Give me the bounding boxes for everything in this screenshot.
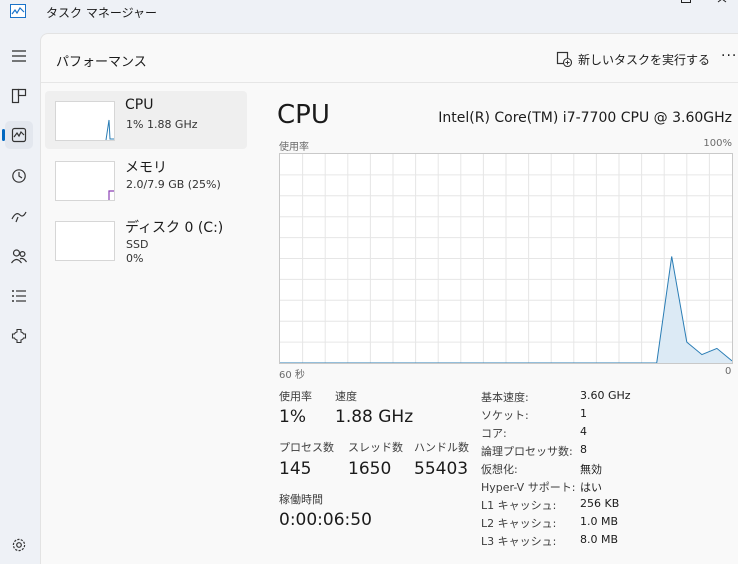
card-disk-type: SSD — [126, 238, 149, 251]
threads-value: 1650 — [348, 459, 392, 479]
cpu-usage-graph — [279, 153, 733, 364]
processes-label: プロセス数 — [279, 441, 334, 454]
handles-value: 55403 — [414, 459, 469, 479]
speed-label: 速度 — [335, 390, 357, 403]
main-content: パフォーマンス 新しいタスクを実行する ··· CPU 1% 1.88 GHz … — [40, 33, 738, 564]
processes-icon — [11, 88, 27, 104]
nav-settings[interactable] — [5, 531, 33, 559]
nav-services[interactable] — [5, 322, 33, 350]
speed-value: 1.88 GHz — [335, 407, 414, 427]
nav-app-history[interactable] — [5, 162, 33, 190]
spec-value: はい — [580, 481, 602, 494]
card-memory[interactable]: メモリ 2.0/7.9 GB (25%) — [45, 151, 247, 209]
maximize-icon — [681, 0, 691, 3]
threads-label: スレッド数 — [348, 441, 403, 454]
nav-startup-apps[interactable] — [5, 202, 33, 230]
title-bar: タスク マネージャー — [0, 0, 738, 26]
card-cpu-title: CPU — [125, 97, 154, 113]
card-memory-summary: 2.0/7.9 GB (25%) — [126, 178, 221, 191]
services-icon — [11, 328, 27, 344]
spec-key: 基本速度: — [481, 391, 529, 404]
hamburger-menu-button[interactable] — [5, 42, 33, 70]
cpu-sparkline — [105, 119, 114, 141]
page-title: パフォーマンス — [56, 55, 147, 70]
maximize-button[interactable] — [664, 0, 704, 14]
memory-thumbnail — [55, 161, 115, 201]
uptime-label: 稼働時間 — [279, 493, 323, 506]
spec-value: 無効 — [580, 463, 602, 476]
spec-key: L2 キャッシュ: — [481, 517, 557, 530]
startup-icon — [11, 211, 27, 223]
memory-sparkline — [108, 190, 114, 200]
usage-value: 1% — [279, 407, 306, 427]
gear-icon — [12, 538, 26, 552]
spec-value: 4 — [580, 425, 587, 438]
card-memory-title: メモリ — [125, 160, 167, 176]
processes-value: 145 — [279, 459, 312, 479]
graph-max-label: 100% — [703, 138, 732, 149]
graph-label: 使用率 — [279, 142, 309, 153]
left-nav — [0, 26, 40, 563]
card-disk[interactable]: ディスク 0 (C:) SSD 0% — [45, 211, 247, 269]
card-disk-usage: 0% — [126, 252, 144, 265]
new-task-label: 新しいタスクを実行する — [578, 52, 711, 67]
cpu-model: Intel(R) Core(TM) i7-7700 CPU @ 3.60GHz — [438, 110, 732, 126]
close-icon — [717, 0, 727, 3]
minimize-button[interactable] — [618, 0, 658, 14]
nav-details[interactable] — [5, 282, 33, 310]
app-title: タスク マネージャー — [46, 6, 157, 20]
spec-key: L1 キャッシュ: — [481, 499, 557, 512]
spec-value: 8 — [580, 443, 587, 456]
usage-label: 使用率 — [279, 390, 312, 403]
history-icon — [12, 169, 26, 183]
close-button[interactable] — [706, 0, 738, 14]
spec-value: 1 — [580, 407, 587, 420]
spec-value: 256 KB — [580, 497, 620, 510]
graph-right-label: 0 — [725, 366, 732, 377]
card-cpu[interactable]: CPU 1% 1.88 GHz — [45, 91, 247, 149]
detail-title: CPU — [277, 100, 330, 130]
spec-key: L3 キャッシュ: — [481, 535, 557, 548]
new-task-icon — [556, 51, 572, 67]
spec-key: コア: — [481, 427, 507, 440]
cpu-usage-chart — [280, 154, 733, 364]
cpu-thumbnail — [55, 101, 115, 141]
details-icon — [12, 290, 26, 302]
graph-left-label: 60 秒 — [279, 370, 305, 381]
spec-value: 3.60 GHz — [580, 389, 631, 402]
spec-key: ソケット: — [481, 409, 529, 422]
spec-key: 仮想化: — [481, 463, 518, 476]
minimize-icon — [618, 0, 658, 14]
nav-processes[interactable] — [5, 82, 33, 110]
hamburger-icon — [12, 50, 26, 62]
card-cpu-summary: 1% 1.88 GHz — [126, 118, 198, 131]
more-options-button[interactable]: ··· — [721, 48, 737, 64]
performance-icon — [11, 127, 27, 143]
handles-label: ハンドル数 — [414, 441, 469, 454]
nav-performance[interactable] — [2, 121, 33, 149]
spec-key: Hyper-V サポート: — [481, 481, 576, 494]
spec-key: 論理プロセッサ数: — [481, 445, 573, 458]
card-disk-title: ディスク 0 (C:) — [125, 220, 224, 236]
spec-value: 1.0 MB — [580, 515, 619, 528]
disk-thumbnail — [55, 221, 115, 261]
task-manager-icon — [10, 4, 26, 18]
users-icon — [11, 249, 27, 264]
nav-users[interactable] — [5, 242, 33, 270]
spec-value: 8.0 MB — [580, 533, 619, 546]
uptime-value: 0:00:06:50 — [279, 510, 372, 530]
page-header: パフォーマンス 新しいタスクを実行する ··· — [41, 34, 738, 83]
new-task-button[interactable]: 新しいタスクを実行する — [556, 48, 710, 70]
